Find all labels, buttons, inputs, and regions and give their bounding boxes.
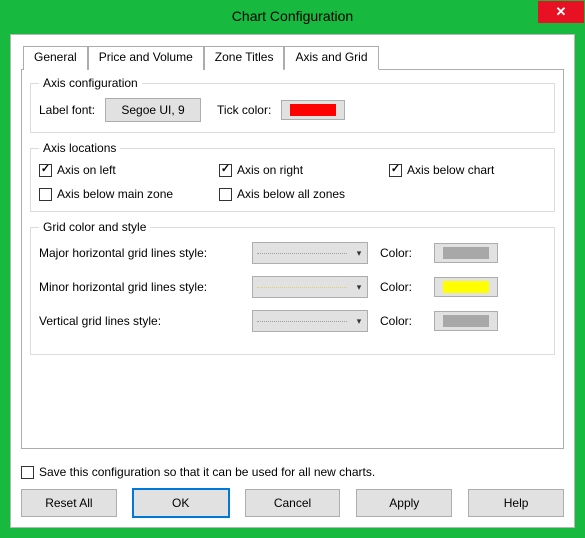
color-label: Color: — [380, 314, 426, 328]
checkbox-label: Axis on right — [237, 163, 303, 177]
grid-color-button[interactable] — [434, 243, 498, 263]
line-style-preview — [253, 243, 351, 263]
help-button[interactable]: Help — [468, 489, 564, 517]
tab-label: Zone Titles — [215, 50, 274, 64]
checkbox-label: Axis below chart — [407, 163, 494, 177]
client-area: General Price and Volume Zone Titles Axi… — [10, 34, 575, 528]
tab-zone-titles[interactable]: Zone Titles — [204, 46, 285, 70]
line-style-preview — [253, 311, 351, 331]
button-label: Reset All — [45, 496, 92, 510]
ok-button[interactable]: OK — [133, 489, 229, 517]
button-label: Apply — [389, 496, 419, 510]
checkbox-icon — [39, 164, 52, 177]
grid-row-label: Vertical grid lines style: — [39, 314, 244, 328]
checkbox-icon — [219, 164, 232, 177]
line-style-dropdown[interactable]: ▾ — [252, 276, 368, 298]
chevron-down-icon: ▾ — [351, 282, 367, 293]
button-label: Help — [504, 496, 529, 510]
tab-general[interactable]: General — [23, 46, 88, 70]
cancel-button[interactable]: Cancel — [245, 489, 341, 517]
label-font-value: Segoe UI, 9 — [121, 103, 184, 117]
tick-color-label: Tick color: — [217, 103, 271, 117]
chevron-down-icon: ▾ — [351, 248, 367, 259]
reset-all-button[interactable]: Reset All — [21, 489, 117, 517]
axis-location-checkbox[interactable]: Axis on right — [219, 163, 389, 177]
grid-style-row: Major horizontal grid lines style: ▾ Color… — [39, 242, 546, 264]
color-swatch — [443, 281, 489, 293]
close-icon: ✕ — [556, 4, 567, 20]
axis-location-checkbox[interactable]: Axis on left — [39, 163, 219, 177]
color-swatch — [443, 315, 489, 327]
color-swatch — [443, 247, 489, 259]
checkbox-label: Axis on left — [57, 163, 116, 177]
apply-button[interactable]: Apply — [356, 489, 452, 517]
tab-label: General — [34, 50, 77, 64]
line-style-dropdown[interactable]: ▾ — [252, 310, 368, 332]
window-title: Chart Configuration — [0, 8, 585, 24]
line-style-sample — [257, 287, 347, 288]
group-legend: Axis configuration — [39, 76, 142, 90]
titlebar: Chart Configuration ✕ — [0, 0, 585, 32]
checkbox-icon — [219, 188, 232, 201]
line-style-sample — [257, 321, 347, 322]
line-style-dropdown[interactable]: ▾ — [252, 242, 368, 264]
window-frame: Chart Configuration ✕ General Price and … — [0, 0, 585, 538]
tab-strip: General Price and Volume Zone Titles Axi… — [23, 45, 564, 69]
grid-row-label: Major horizontal grid lines style: — [39, 246, 244, 260]
checkbox-label: Axis below all zones — [237, 187, 345, 201]
dialog-bottom: Save this configuration so that it can b… — [21, 465, 564, 517]
grid-style-row: Vertical grid lines style: ▾ Color: — [39, 310, 546, 332]
axis-location-checkbox[interactable]: Axis below main zone — [39, 187, 219, 201]
group-legend: Grid color and style — [39, 220, 150, 234]
save-config-label: Save this configuration so that it can b… — [39, 465, 375, 479]
button-label: OK — [172, 496, 189, 510]
grid-color-button[interactable] — [434, 277, 498, 297]
tabpage-axis-grid: Axis configuration Label font: Segoe UI,… — [21, 69, 564, 449]
line-style-sample — [257, 253, 347, 254]
button-label: Cancel — [274, 496, 311, 510]
color-label: Color: — [380, 246, 426, 260]
axis-location-checkbox[interactable]: Axis below chart — [389, 163, 546, 177]
grid-style-row: Minor horizontal grid lines style: ▾ Color… — [39, 276, 546, 298]
grid-row-label: Minor horizontal grid lines style: — [39, 280, 244, 294]
grid-color-button[interactable] — [434, 311, 498, 331]
checkbox-icon — [39, 188, 52, 201]
color-label: Color: — [380, 280, 426, 294]
tab-price-volume[interactable]: Price and Volume — [88, 46, 204, 70]
line-style-preview — [253, 277, 351, 297]
tick-color-button[interactable] — [281, 100, 345, 120]
group-axis-locations: Axis locations Axis on left Axis on right… — [30, 141, 555, 212]
chevron-down-icon: ▾ — [351, 316, 367, 327]
tab-axis-grid[interactable]: Axis and Grid — [284, 46, 378, 70]
group-legend: Axis locations — [39, 141, 120, 155]
label-font-button[interactable]: Segoe UI, 9 — [105, 98, 201, 122]
save-config-checkbox[interactable]: Save this configuration so that it can b… — [21, 465, 375, 479]
tab-label: Price and Volume — [99, 50, 193, 64]
close-button[interactable]: ✕ — [538, 1, 584, 23]
checkbox-icon — [21, 466, 34, 479]
tick-color-swatch — [290, 104, 336, 116]
tab-label: Axis and Grid — [295, 50, 367, 64]
group-grid-style: Grid color and style Major horizontal gr… — [30, 220, 555, 355]
axis-location-checkbox[interactable]: Axis below all zones — [219, 187, 389, 201]
checkbox-icon — [389, 164, 402, 177]
label-font-label: Label font: — [39, 103, 95, 117]
group-axis-config: Axis configuration Label font: Segoe UI,… — [30, 76, 555, 133]
checkbox-label: Axis below main zone — [57, 187, 173, 201]
